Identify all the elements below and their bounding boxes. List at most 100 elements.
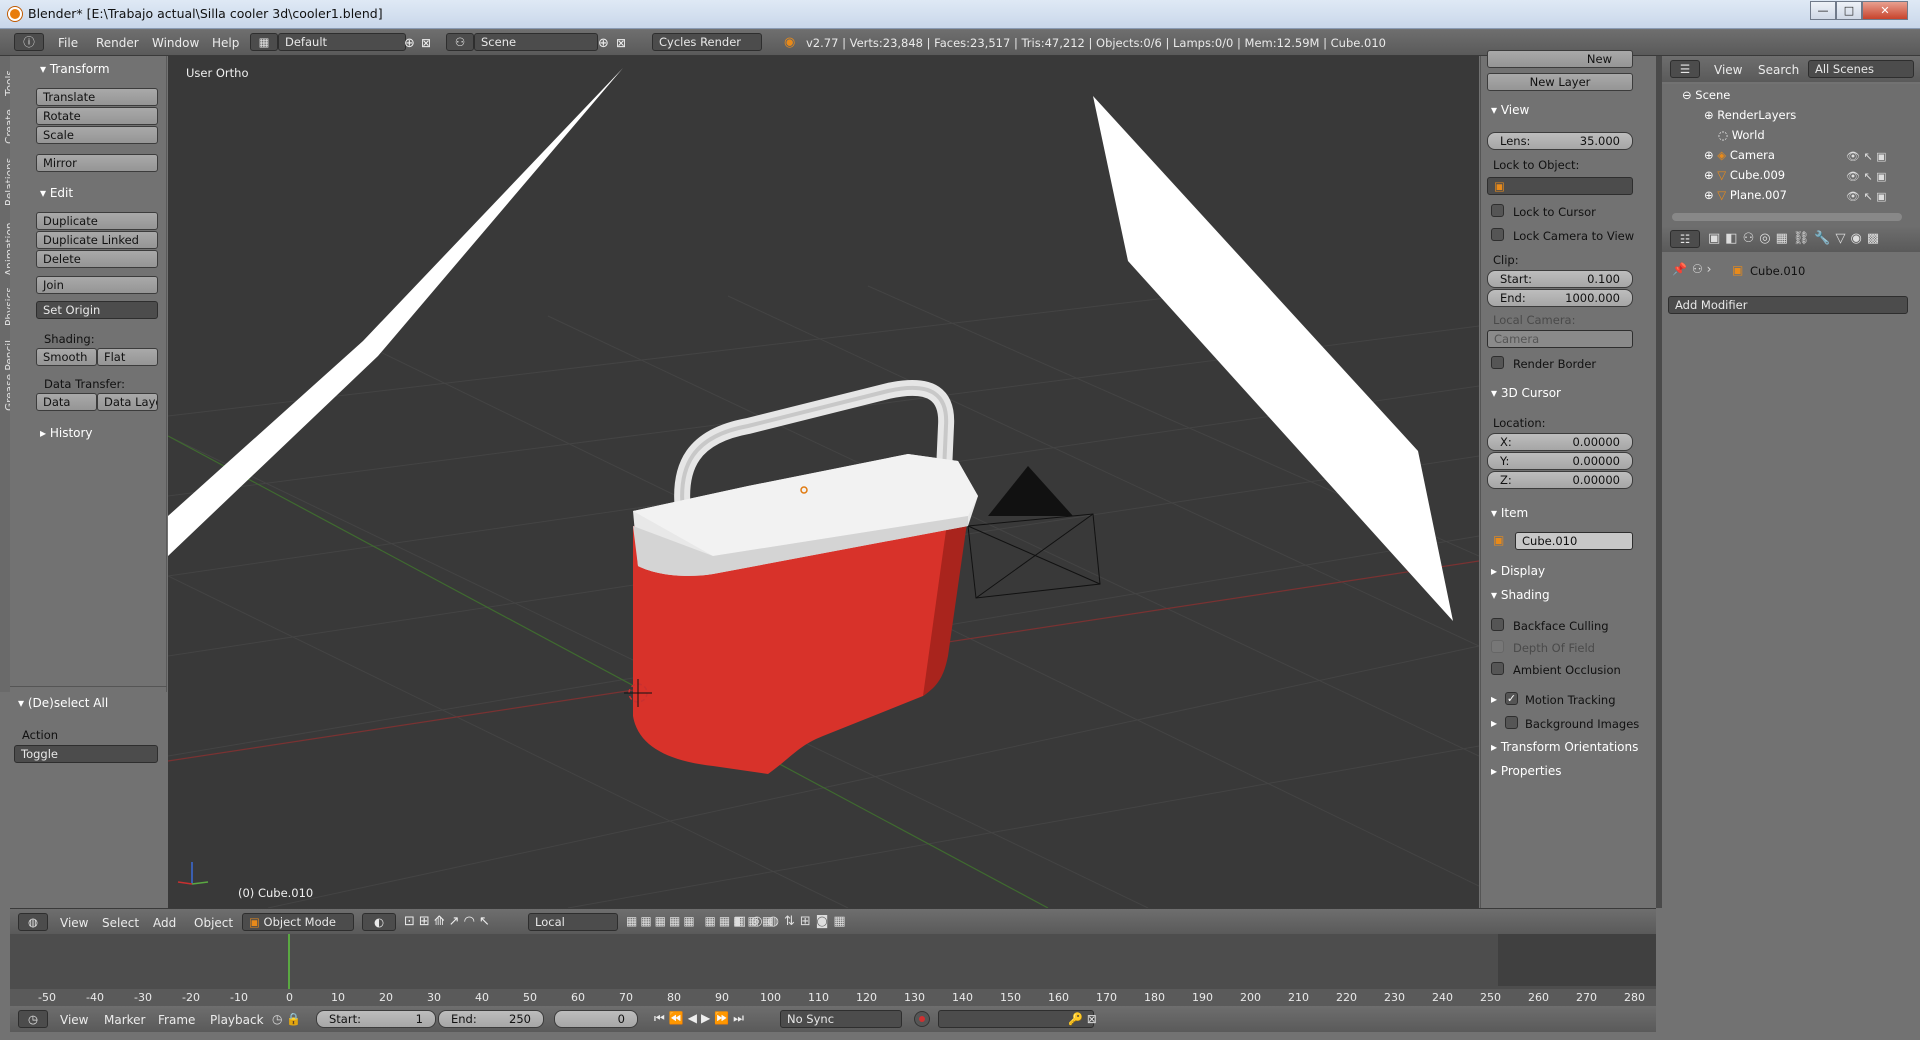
current-frame-field[interactable]: 0 [554, 1010, 638, 1028]
depth-of-field-checkbox[interactable] [1491, 640, 1504, 653]
interaction-mode-select[interactable]: ▣ Object Mode [242, 913, 354, 931]
lock-camera-checkbox[interactable] [1491, 228, 1504, 241]
panel-background-images-header[interactable]: ▸ [1491, 716, 1497, 730]
viewport-menu-object[interactable]: Object [194, 916, 233, 930]
record-button[interactable] [914, 1011, 930, 1027]
frame-end-field[interactable]: End: 250 [438, 1010, 544, 1028]
cursor-y-field[interactable]: Y: 0.00000 [1487, 452, 1633, 470]
clip-start-field[interactable]: Start: 0.100 [1487, 270, 1633, 288]
insert-keyframe-icons[interactable]: 🔑 ⊠ [1068, 1012, 1097, 1026]
data-layout-button[interactable]: Data Layo [97, 393, 158, 411]
scene-field[interactable]: Scene [474, 33, 598, 51]
sync-mode-select[interactable]: No Sync [780, 1010, 902, 1028]
outliner-plane007-row[interactable]: ⊕ ▽ Plane.007 [1704, 188, 1787, 202]
outliner-renderlayers-row[interactable]: ⊕ RenderLayers [1704, 108, 1796, 122]
operator-panel-header[interactable]: ▾ (De)select All [18, 696, 108, 710]
viewport-menu-view[interactable]: View [60, 916, 88, 930]
menu-help[interactable]: Help [212, 36, 239, 50]
properties-editor-icon[interactable]: ☷ [1670, 230, 1700, 248]
manipulator-icons[interactable]: ⊡⊞⟰↗◠↖ [404, 914, 494, 929]
remove-layout-icon[interactable]: ⊠ [421, 36, 431, 50]
render-border-checkbox[interactable] [1491, 356, 1504, 369]
duplicate-linked-button[interactable]: Duplicate Linked [36, 231, 158, 249]
panel-history-header[interactable]: ▸ History [40, 426, 93, 440]
timeline-editor-icon[interactable]: ◷ [18, 1010, 48, 1028]
menu-file[interactable]: File [58, 36, 78, 50]
minimize-button[interactable]: — [1810, 1, 1836, 20]
scene-icon[interactable]: ⚇ [446, 33, 474, 51]
lens-field[interactable]: Lens: 35.000 [1487, 132, 1633, 150]
translate-button[interactable]: Translate [36, 88, 158, 106]
outliner-scrollbar[interactable] [1672, 213, 1902, 221]
delete-button[interactable]: Delete [36, 250, 158, 268]
screen-layout-icon[interactable]: ▦ [250, 33, 278, 51]
add-layout-icon[interactable]: ⊕ [404, 36, 415, 51]
panel-shading-header[interactable]: ▾ Shading [1491, 588, 1550, 602]
editor-type-info-button[interactable]: ⓘ [14, 33, 44, 51]
new-layer-button[interactable]: New Layer [1487, 73, 1633, 91]
backface-culling-checkbox[interactable] [1491, 618, 1504, 631]
cube009-visibility-icons[interactable]: 👁 ↖ ▣ [1846, 170, 1887, 183]
action-select[interactable]: Toggle [14, 745, 158, 763]
outliner-menu-view[interactable]: View [1714, 63, 1742, 77]
duplicate-button[interactable]: Duplicate [36, 212, 158, 230]
menu-render[interactable]: Render [96, 36, 139, 50]
viewport-menu-add[interactable]: Add [153, 916, 176, 930]
outliner-world-row[interactable]: ◌ World [1718, 128, 1765, 142]
snap-render-icons[interactable]: ◧◎◍⇅⊞◙▦ [734, 914, 851, 929]
viewport-shading-select[interactable]: ◐ [362, 913, 396, 931]
outliner-camera-row[interactable]: ⊕ ◈ Camera [1704, 148, 1775, 162]
local-camera-field[interactable]: Camera [1487, 330, 1633, 348]
clip-end-field[interactable]: End: 1000.000 [1487, 289, 1633, 307]
3d-viewport[interactable]: User Ortho (0) Cube.010 [168, 56, 1479, 908]
panel-item-header[interactable]: ▾ Item [1491, 506, 1528, 520]
camera-visibility-icons[interactable]: 👁 ↖ ▣ [1846, 150, 1887, 163]
viewport-menu-select[interactable]: Select [102, 916, 139, 930]
viewport-editor-icon[interactable]: ◍ [18, 913, 48, 931]
panel-properties-header[interactable]: ▸ Properties [1491, 764, 1562, 778]
add-scene-icon[interactable]: ⊕ [598, 36, 609, 51]
smooth-shading-button[interactable]: Smooth [36, 348, 97, 366]
panel-view-header[interactable]: ▾ View [1491, 103, 1529, 117]
flat-shading-button[interactable]: Flat [97, 348, 158, 366]
timeline-menu-playback[interactable]: Playback [210, 1013, 264, 1027]
transform-orientation-select[interactable]: Local [528, 913, 618, 931]
panel-motion-tracking-header[interactable]: ▸ [1491, 692, 1497, 706]
outliner-scene-row[interactable]: ⊖ Scene [1682, 88, 1730, 102]
timeline-menu-view[interactable]: View [60, 1013, 88, 1027]
properties-context-tabs[interactable]: ▣◧⚇◎▦⛓🔧▽◉▩ [1708, 231, 1884, 246]
render-engine-select[interactable]: Cycles Render [652, 33, 762, 51]
mirror-button[interactable]: Mirror [36, 154, 158, 172]
panel-3d-cursor-header[interactable]: ▾ 3D Cursor [1491, 386, 1561, 400]
panel-transform-header[interactable]: ▾ Transform [40, 62, 110, 76]
add-modifier-menu[interactable]: Add Modifier [1668, 296, 1908, 314]
remove-scene-icon[interactable]: ⊠ [616, 36, 626, 50]
pin-icon[interactable]: 📌 [1672, 262, 1687, 276]
outliner-cube009-row[interactable]: ⊕ ▽ Cube.009 [1704, 168, 1785, 182]
new-grease-pencil-button[interactable]: New [1487, 50, 1633, 68]
panel-transform-orientations-header[interactable]: ▸ Transform Orientations [1491, 740, 1638, 754]
current-frame-indicator[interactable] [288, 934, 290, 989]
outliner-display-mode[interactable]: All Scenes [1808, 60, 1914, 78]
timeline-area[interactable]: -50 -40 -30 -20 -10 0 10 20 30 40 50 60 … [10, 934, 1656, 1012]
lock-object-field[interactable]: ▣ [1487, 177, 1633, 195]
frame-start-field[interactable]: Start: 1 [316, 1010, 436, 1028]
menu-window[interactable]: Window [152, 36, 199, 50]
rotate-button[interactable]: Rotate [36, 107, 158, 125]
plane007-visibility-icons[interactable]: 👁 ↖ ▣ [1846, 190, 1887, 203]
timeline-menu-marker[interactable]: Marker [104, 1013, 145, 1027]
set-origin-menu[interactable]: Set Origin [36, 301, 158, 319]
close-button[interactable]: ✕ [1862, 1, 1908, 20]
cursor-x-field[interactable]: X: 0.00000 [1487, 433, 1633, 451]
preview-range-icon[interactable]: ◷ 🔒 [272, 1012, 301, 1026]
lock-to-cursor-checkbox[interactable] [1491, 204, 1504, 217]
scale-button[interactable]: Scale [36, 126, 158, 144]
maximize-button[interactable]: □ [1836, 1, 1862, 20]
object-name-field[interactable]: Cube.010 [1515, 532, 1633, 550]
join-button[interactable]: Join [36, 276, 158, 294]
playback-controls[interactable]: ⏮⏪◀▶⏩⏭ [654, 1011, 748, 1026]
panel-edit-header[interactable]: ▾ Edit [40, 186, 73, 200]
background-images-checkbox[interactable] [1505, 716, 1518, 729]
panel-display-header[interactable]: ▸ Display [1491, 564, 1545, 578]
motion-tracking-checkbox[interactable]: ✓ [1505, 692, 1518, 705]
